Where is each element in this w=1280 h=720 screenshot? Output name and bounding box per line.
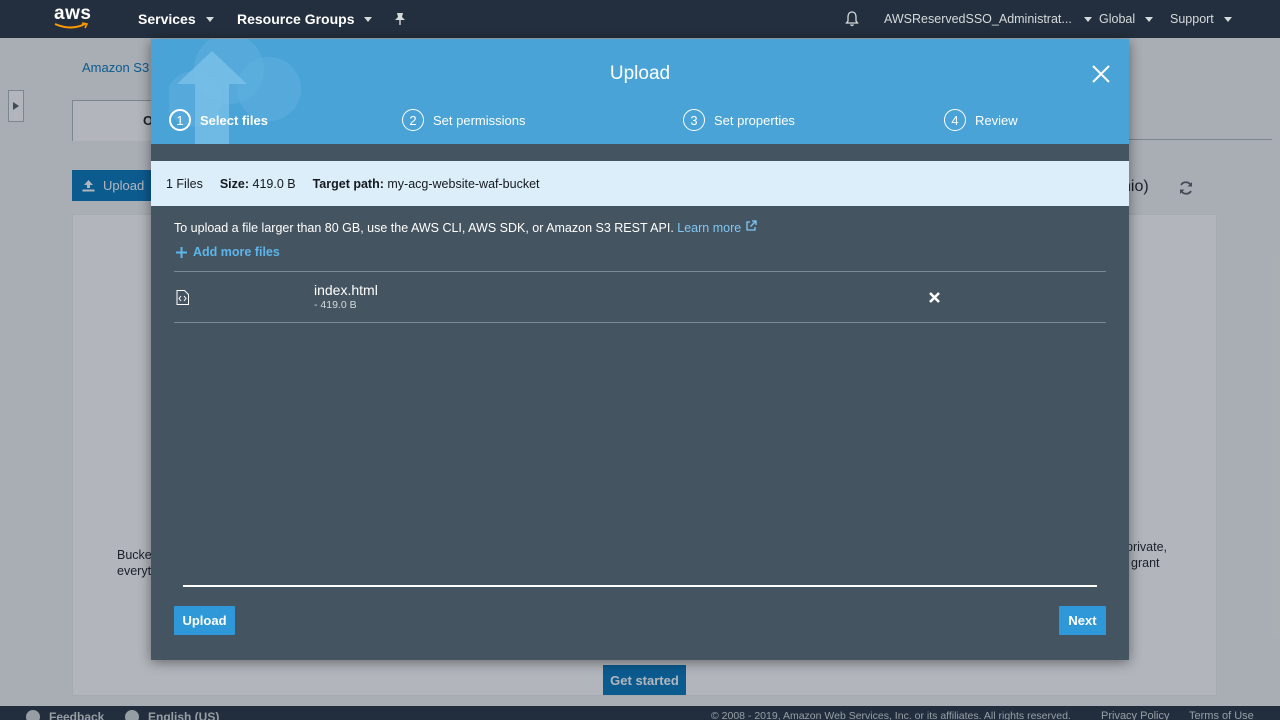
step-number: 4 (944, 109, 966, 131)
step-label: Set properties (714, 112, 795, 128)
large-file-notice: To upload a file larger than 80 GB, use … (174, 220, 757, 235)
plus-icon (176, 246, 187, 258)
pin-icon (395, 13, 405, 25)
external-link-icon (746, 220, 757, 231)
region-label: Global (1099, 12, 1136, 26)
step-label: Set permissions (433, 112, 526, 128)
upload-progress-line (183, 585, 1097, 587)
step-select-files[interactable]: 1 Select files (169, 109, 268, 131)
chevron-down-icon (364, 16, 373, 22)
aws-logo[interactable]: aws (54, 4, 94, 34)
support-label: Support (1170, 12, 1214, 26)
aws-smile-icon (54, 22, 89, 29)
step-number: 2 (402, 109, 424, 131)
total-size: Size: 419.0 B (219, 176, 296, 191)
upload-button[interactable]: Upload (174, 606, 235, 635)
step-number: 1 (169, 109, 191, 131)
aws-logo-text: aws (54, 3, 92, 24)
chevron-down-icon (205, 16, 214, 22)
next-button[interactable]: Next (1059, 606, 1106, 635)
resource-groups-menu[interactable]: Resource Groups (237, 11, 373, 27)
upload-dialog-header: Upload 1 Select files 2 Set permissions … (151, 39, 1129, 144)
divider (174, 271, 1106, 272)
add-more-files-label: Add more files (193, 245, 280, 259)
files-count: 1 Files (166, 176, 203, 191)
remove-file-icon[interactable] (928, 291, 941, 304)
file-name: index.html (314, 282, 378, 298)
account-menu[interactable]: AWSReservedSSO_Administrat... (884, 12, 1092, 26)
dialog-title: Upload (609, 63, 671, 84)
account-label: AWSReservedSSO_Administrat... (884, 12, 1072, 26)
add-more-files-button[interactable]: Add more files (176, 245, 280, 259)
step-set-permissions[interactable]: 2 Set permissions (402, 109, 525, 131)
top-nav: aws Services Resource Groups AWSReserved… (0, 0, 1280, 38)
upload-summary-bar: 1 Files Size: 419.0 B Target path: my-ac… (151, 161, 1129, 206)
step-number: 3 (683, 109, 705, 131)
target-path: Target path: my-acg-website-waf-bucket (312, 176, 540, 191)
code-file-icon (176, 290, 189, 305)
learn-more-link[interactable]: Learn more (677, 220, 757, 235)
step-review[interactable]: 4 Review (944, 109, 1018, 131)
step-label: Select files (200, 112, 268, 128)
region-menu[interactable]: Global (1099, 12, 1154, 26)
chevron-down-icon (1083, 16, 1092, 22)
services-label: Services (138, 11, 196, 27)
step-set-properties[interactable]: 3 Set properties (683, 109, 795, 131)
notifications-button[interactable] (845, 11, 859, 27)
file-size: - 419.0 B (314, 299, 357, 311)
services-menu[interactable]: Services (138, 11, 214, 27)
close-icon[interactable] (1091, 64, 1111, 84)
pin-button[interactable] (394, 12, 406, 26)
divider (174, 322, 1106, 323)
resource-groups-label: Resource Groups (237, 11, 355, 27)
chevron-down-icon (1223, 16, 1232, 22)
step-label: Review (975, 112, 1018, 128)
chevron-down-icon (1145, 16, 1154, 22)
support-menu[interactable]: Support (1170, 12, 1232, 26)
upload-dialog: Upload 1 Select files 2 Set permissions … (151, 39, 1129, 660)
bell-icon (845, 11, 859, 27)
